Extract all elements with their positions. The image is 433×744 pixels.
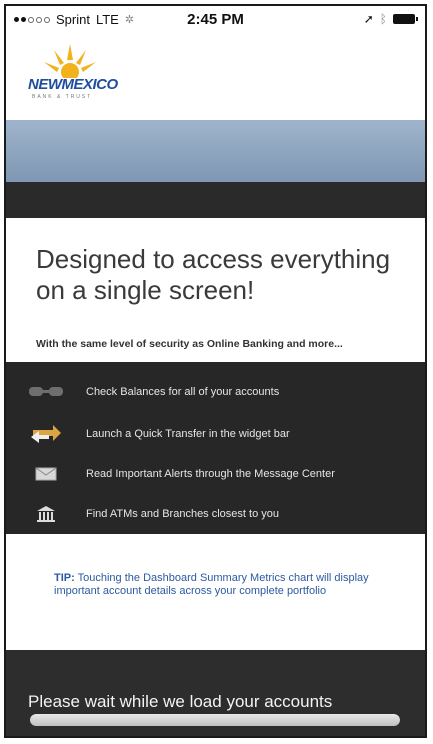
bluetooth-icon: ᛒ bbox=[379, 12, 387, 26]
hero-title: Designed to access everything on a singl… bbox=[36, 244, 391, 305]
status-bar: Sprint LTE ✲ 2:45 PM ➚ ᛒ bbox=[6, 6, 425, 32]
tip-body: Touching the Dashboard Summary Metrics c… bbox=[54, 572, 369, 597]
brand-name: NEWMEXICO bbox=[28, 76, 118, 93]
feature-item: Read Important Alerts through the Messag… bbox=[6, 454, 425, 494]
feature-text: Find ATMs and Branches closest to you bbox=[86, 508, 279, 520]
feature-item: Check Balances for all of your accounts bbox=[6, 372, 425, 412]
feature-text: Launch a Quick Transfer in the widget ba… bbox=[86, 428, 290, 440]
feature-text: Read Important Alerts through the Messag… bbox=[86, 468, 335, 480]
battery-icon bbox=[393, 14, 418, 24]
feature-text: Check Balances for all of your accounts bbox=[86, 386, 280, 398]
location-arrow-icon: ➚ bbox=[363, 12, 374, 26]
bank-logo[interactable]: NEWMEXICO BANK & TRUST bbox=[28, 44, 128, 104]
tip-text: TIP: Touching the Dashboard Summary Metr… bbox=[54, 572, 384, 598]
loading-panel: Please wait while we load your accounts bbox=[6, 650, 425, 736]
banner-strip bbox=[6, 120, 425, 182]
hero-section: Designed to access everything on a singl… bbox=[6, 218, 425, 362]
feature-list: Check Balances for all of your accounts … bbox=[6, 362, 425, 534]
status-right: ➚ ᛒ bbox=[363, 12, 418, 26]
bank-building-icon bbox=[6, 505, 86, 523]
phone-frame: Sprint LTE ✲ 2:45 PM ➚ ᛒ NEWMEXICO BANK … bbox=[4, 4, 427, 738]
tip-section: TIP: Touching the Dashboard Summary Metr… bbox=[6, 534, 425, 650]
tip-label: TIP: bbox=[54, 572, 75, 584]
transfer-arrows-icon bbox=[6, 424, 86, 444]
hero-subtitle: With the same level of security as Onlin… bbox=[36, 338, 343, 350]
feature-item: Find ATMs and Branches closest to you bbox=[6, 494, 425, 534]
progress-bar bbox=[30, 714, 400, 726]
glasses-icon bbox=[6, 385, 86, 399]
progress-fill bbox=[30, 714, 400, 726]
feature-item: Launch a Quick Transfer in the widget ba… bbox=[6, 414, 425, 454]
brand-subtitle: BANK & TRUST bbox=[32, 94, 93, 100]
dark-band bbox=[6, 182, 425, 218]
app-header: NEWMEXICO BANK & TRUST bbox=[6, 32, 425, 120]
loading-message: Please wait while we load your accounts bbox=[28, 692, 333, 711]
sun-logo-icon bbox=[44, 44, 96, 78]
status-time: 2:45 PM bbox=[187, 11, 244, 28]
envelope-icon bbox=[6, 467, 86, 481]
